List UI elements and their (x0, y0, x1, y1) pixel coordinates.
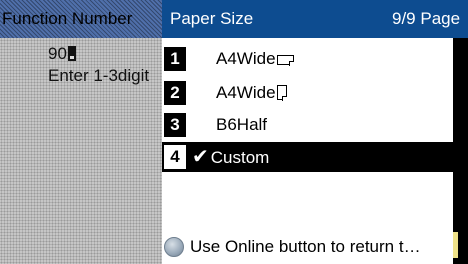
portrait-orientation-icon (276, 85, 288, 101)
online-button-icon (164, 237, 184, 257)
online-hint-text: Use Online button to return t… (190, 237, 421, 256)
menu-title: Paper Size (170, 9, 254, 28)
input-hint: Enter 1-3digit (48, 66, 150, 85)
menu-item-b6half[interactable]: 3 B6Half (162, 110, 453, 140)
function-number-panel: Function Number 90 Enter 1-3digit (0, 0, 162, 264)
function-number-value: 90 (48, 44, 67, 63)
function-number-header: Function Number (0, 0, 162, 38)
menu-item-number: 3 (164, 113, 186, 137)
menu-item-a4wide-landscape[interactable]: 1 A4Wide (162, 44, 453, 74)
menu-item-label: Custom (210, 148, 270, 167)
paper-size-menu: Paper Size 9/9 Page 1 A4Wide 2 A4Wide 3 … (162, 0, 468, 264)
menu-item-label: A4Wide (216, 83, 276, 102)
landscape-orientation-icon (276, 55, 295, 66)
menu-item-number: 1 (164, 47, 186, 71)
scroll-indicator (453, 232, 458, 258)
scrollbar-track[interactable] (453, 38, 468, 264)
online-button-hint: Use Online button to return t… (164, 234, 455, 260)
menu-item-a4wide-portrait[interactable]: 2 A4Wide (162, 78, 453, 108)
menu-item-label: B6Half (216, 115, 268, 134)
function-number-input[interactable]: 90 (48, 44, 76, 64)
menu-item-number: 4 (164, 145, 186, 169)
text-cursor-icon (67, 46, 76, 61)
checkmark-icon: ✔ (192, 146, 209, 168)
menu-item-custom[interactable]: 4 ✔ Custom (162, 142, 453, 172)
menu-header: Paper Size 9/9 Page (162, 0, 468, 38)
menu-item-number: 2 (164, 81, 186, 105)
menu-item-label: A4Wide (216, 49, 276, 68)
page-indicator: 9/9 Page (392, 9, 461, 28)
